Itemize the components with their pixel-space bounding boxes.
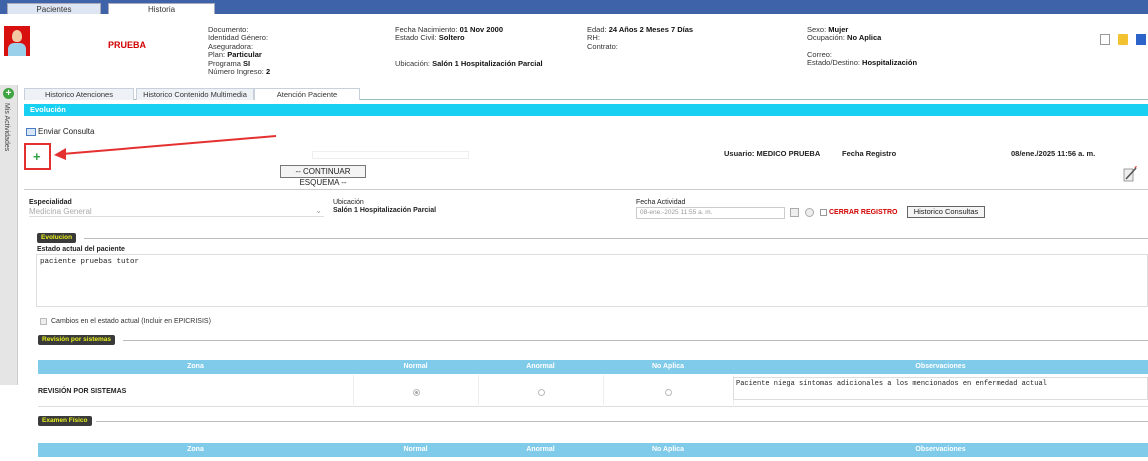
ubicacion-value: Salón 1 Hospitalización Parcial	[333, 207, 437, 214]
ubicacion-label: Ubicación	[333, 199, 364, 206]
tab-atencion-paciente[interactable]: Atención Paciente	[254, 88, 360, 100]
folder-icon[interactable]	[1117, 34, 1128, 45]
top-tab-bar: Pacientes Historia	[0, 0, 1148, 14]
header-icons	[1094, 34, 1146, 47]
revision-grid-header: Zona Normal Anormal No Aplica Observacio…	[38, 360, 1148, 374]
fecha-actividad-label: Fecha Actividad	[636, 199, 686, 206]
tab-historico-atenciones[interactable]: Historico Atenciones	[24, 88, 134, 100]
divider	[123, 340, 1148, 341]
add-highlight-box: +	[24, 143, 51, 170]
table-row: REVISIÓN POR SISTEMAS Paciente niega sín…	[38, 375, 1148, 407]
continuar-esquema-button[interactable]: -- CONTINUAR ESQUEMA --	[280, 165, 366, 187]
tab-pacientes[interactable]: Pacientes	[7, 3, 101, 14]
usuario-label: Usuario: MEDICO PRUEBA	[724, 149, 821, 158]
row-zona: REVISIÓN POR SISTEMAS	[38, 388, 127, 395]
examen-pill: Examen Físico	[38, 416, 92, 426]
especialidad-value: Medicina General	[29, 207, 92, 216]
divider	[24, 189, 1148, 190]
fecha-registro-label: Fecha Registro	[842, 149, 897, 158]
section-title: Evolución	[24, 104, 1148, 116]
divider	[84, 238, 1148, 239]
col-zona: Zona	[187, 446, 204, 453]
especialidad-label: Especialidad	[29, 199, 72, 206]
col-observaciones: Observaciones	[915, 446, 966, 453]
blank-field	[312, 151, 469, 159]
observaciones-input[interactable]: Paciente niega síntomas adicionales a lo…	[733, 377, 1148, 400]
chevron-down-icon: ⌄	[315, 206, 322, 215]
patient-info-col1: Documento: Identidad Género: Aseguradora…	[208, 25, 271, 77]
col-no-aplica: No Aplica	[651, 363, 685, 370]
cambios-checkbox-row[interactable]: Cambios en el estado actual (Incluir en …	[40, 318, 211, 325]
cerrar-registro-checkbox[interactable]	[820, 209, 827, 216]
patient-header: PRUEBA Documento: Identidad Género: Aseg…	[0, 14, 1148, 85]
mail-icon	[26, 127, 36, 136]
col-observaciones: Observaciones	[915, 363, 966, 370]
patient-info-col4: Sexo: Mujer Ocupación: No Aplica Correo:…	[807, 25, 918, 68]
new-document-icon[interactable]	[1099, 34, 1110, 45]
revision-pill: Revisión por sistemas	[38, 335, 115, 345]
clock-icon[interactable]	[805, 208, 814, 217]
patient-info-col2: Fecha Nacimiento: 01 Nov 2000 Estado Civ…	[395, 25, 543, 68]
save-icon[interactable]	[1136, 34, 1146, 45]
col-normal: Normal	[403, 446, 428, 453]
add-activity-icon[interactable]: +	[3, 88, 14, 99]
historico-consultas-button[interactable]: Historico Consultas	[907, 206, 985, 218]
col-normal: Normal	[403, 363, 428, 370]
especialidad-select[interactable]: Medicina General ⌄	[29, 206, 324, 217]
cambios-label: Cambios en el estado actual (Incluir en …	[51, 318, 211, 325]
patient-avatar-icon	[4, 26, 30, 56]
col-zona: Zona	[187, 363, 204, 370]
examen-grid-header: Zona Normal Anormal No Aplica Observacio…	[38, 443, 1148, 457]
patient-info-col3: Edad: 24 Años 2 Meses 7 Días RH: Contrat…	[587, 25, 694, 51]
annotation-arrow-icon	[54, 135, 277, 160]
col-anormal: Anormal	[526, 363, 555, 370]
edit-document-icon[interactable]	[1123, 166, 1137, 182]
patient-name: PRUEBA	[108, 40, 147, 50]
cambios-checkbox[interactable]	[40, 318, 47, 325]
cerrar-registro-label: CERRAR REGISTRO	[829, 209, 898, 216]
estado-label: Estado actual del paciente	[37, 246, 125, 253]
col-anormal: Anormal	[526, 446, 555, 453]
normal-radio[interactable]	[413, 389, 420, 396]
col-no-aplica: No Aplica	[651, 446, 685, 453]
tab-historia[interactable]: Historia	[108, 3, 215, 14]
divider	[96, 421, 1148, 422]
add-button[interactable]: +	[33, 150, 41, 163]
sub-tab-bar: Historico Atenciones Historico Contenido…	[24, 86, 1148, 100]
fecha-actividad-input[interactable]: 08-ene.-2025 11:55 a. m.	[636, 207, 785, 219]
side-panel: + Mis Actividades	[0, 85, 18, 385]
tab-historico-multimedia[interactable]: Historico Contenido Multimedia	[136, 88, 254, 100]
side-panel-label[interactable]: Mis Actividades	[3, 103, 10, 151]
evolucion-pill: Evolucion	[37, 233, 77, 243]
estado-textarea[interactable]: paciente pruebas tutor	[36, 254, 1148, 307]
calendar-icon[interactable]	[790, 208, 799, 217]
no-aplica-radio[interactable]	[665, 389, 672, 396]
fecha-registro-value: 08/ene./2025 11:56 a. m.	[1011, 149, 1096, 158]
anormal-radio[interactable]	[538, 389, 545, 396]
